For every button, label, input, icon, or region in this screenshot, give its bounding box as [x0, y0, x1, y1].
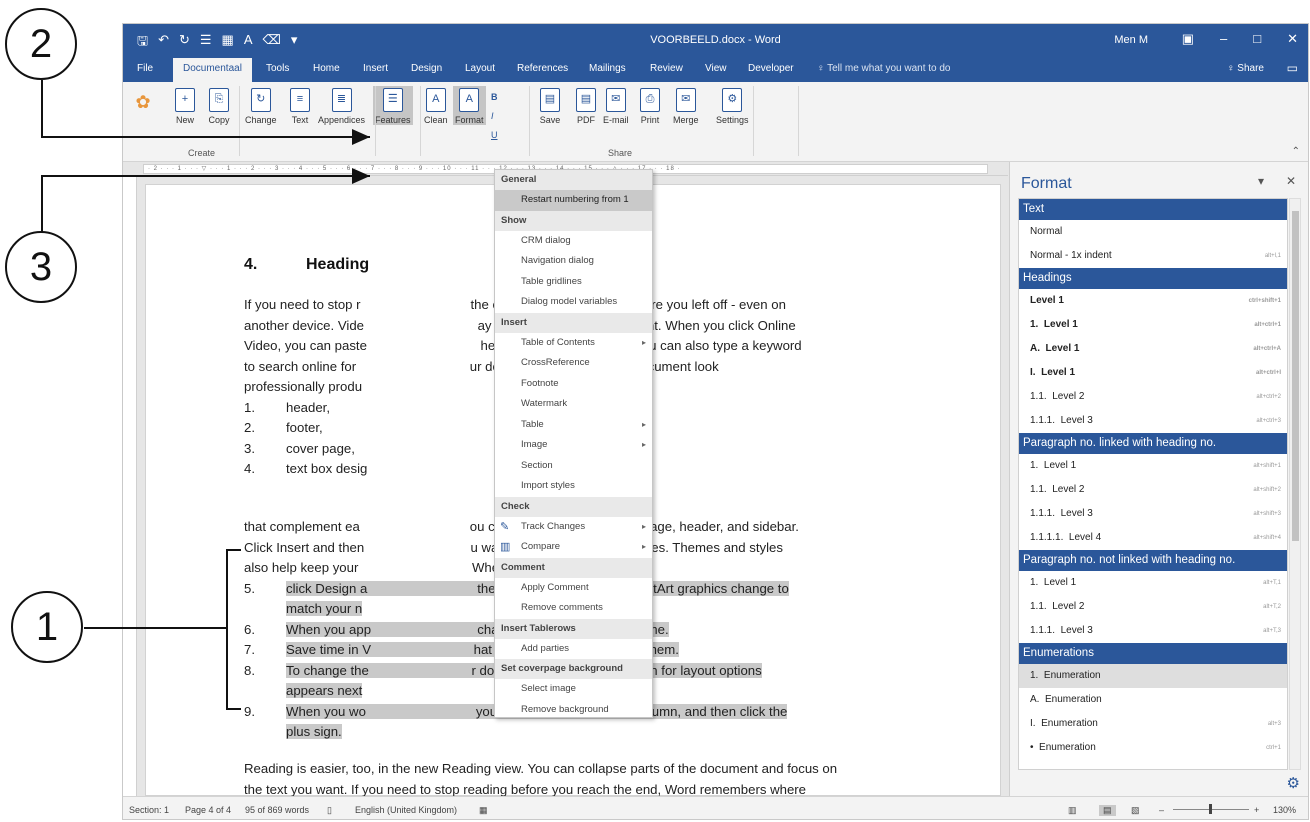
- stage: 2 3 1 🖫 ↶ ↻ ☰ ▦ A ⌫ ▾ VOORBEELD.docx - Word Men…: [0, 0, 1310, 822]
- arrow-3: [41, 168, 370, 232]
- arrow-2: [41, 80, 370, 145]
- bracket-1: [226, 549, 241, 710]
- callout-2: 2: [5, 8, 77, 80]
- callout-3: 3: [5, 231, 77, 303]
- callout-1: 1: [11, 591, 83, 663]
- callout-arrows: [41, 80, 370, 710]
